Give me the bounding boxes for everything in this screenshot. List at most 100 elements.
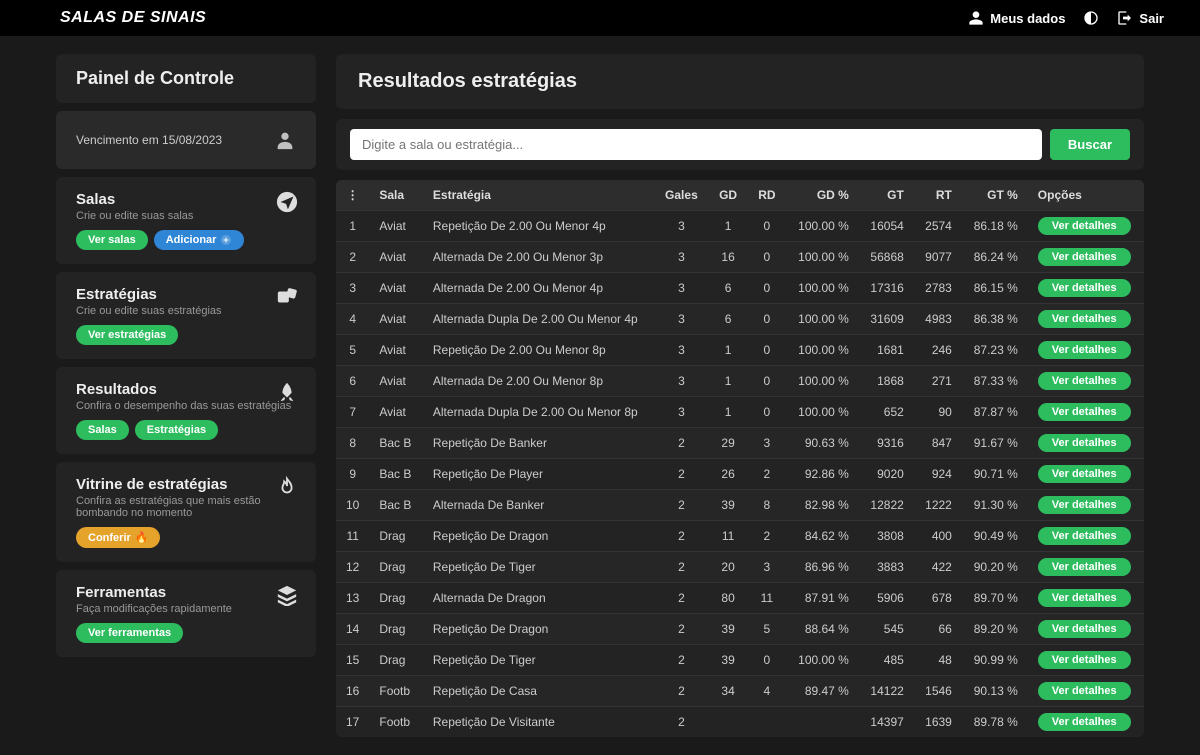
cell-gdp: 100.00 % — [786, 335, 859, 366]
cell-gdp: 92.86 % — [786, 459, 859, 490]
cell-sala: Drag — [369, 552, 423, 583]
salas-title: Salas — [76, 191, 296, 208]
cell-options: Ver detalhes — [1028, 645, 1144, 676]
col-menu[interactable]: ⋮ — [336, 180, 369, 211]
cell-gales: 2 — [654, 459, 708, 490]
ver-detalhes-button[interactable]: Ver detalhes — [1038, 403, 1131, 421]
cell-idx: 5 — [336, 335, 369, 366]
cell-rt: 2783 — [914, 273, 962, 304]
cell-gales: 2 — [654, 614, 708, 645]
cell-options: Ver detalhes — [1028, 552, 1144, 583]
col-gt: GT — [859, 180, 914, 211]
cell-sala: Aviat — [369, 242, 423, 273]
cell-sala: Drag — [369, 583, 423, 614]
cell-gales: 3 — [654, 242, 708, 273]
ver-estrategias-button[interactable]: Ver estratégias — [76, 325, 178, 345]
cell-gtp: 89.70 % — [962, 583, 1028, 614]
conferir-button[interactable]: Conferir 🔥 — [76, 527, 160, 548]
table-row: 5 Aviat Repetição De 2.00 Ou Menor 8p 3 … — [336, 335, 1144, 366]
table-row: 8 Bac B Repetição De Banker 2 29 3 90.63… — [336, 428, 1144, 459]
sidebar-item-estrategias: Estratégias Crie ou edite suas estratégi… — [56, 272, 316, 359]
cell-gt: 16054 — [859, 211, 914, 242]
ver-detalhes-button[interactable]: Ver detalhes — [1038, 465, 1131, 483]
ver-detalhes-button[interactable]: Ver detalhes — [1038, 310, 1131, 328]
cell-estrategia: Repetição De 2.00 Ou Menor 8p — [423, 335, 654, 366]
cell-options: Ver detalhes — [1028, 707, 1144, 738]
cell-gt: 14397 — [859, 707, 914, 738]
resultados-estrategias-button[interactable]: Estratégias — [135, 420, 218, 440]
resultados-salas-button[interactable]: Salas — [76, 420, 129, 440]
ver-detalhes-button[interactable]: Ver detalhes — [1038, 496, 1131, 514]
ver-salas-button[interactable]: Ver salas — [76, 230, 148, 250]
ver-detalhes-button[interactable]: Ver detalhes — [1038, 527, 1131, 545]
topbar: SALAS DE SINAIS Meus dados Sair — [0, 0, 1200, 36]
panel-title: Painel de Controle — [76, 68, 296, 89]
cell-gt: 3883 — [859, 552, 914, 583]
cell-rt: 66 — [914, 614, 962, 645]
cell-gt: 3808 — [859, 521, 914, 552]
ver-detalhes-button[interactable]: Ver detalhes — [1038, 217, 1131, 235]
table-row: 12 Drag Repetição De Tiger 2 20 3 86.96 … — [336, 552, 1144, 583]
cell-gdp: 100.00 % — [786, 366, 859, 397]
cell-idx: 8 — [336, 428, 369, 459]
cell-sala: Bac B — [369, 490, 423, 521]
logout-link[interactable]: Sair — [1117, 10, 1164, 26]
cell-idx: 6 — [336, 366, 369, 397]
cell-estrategia: Repetição De Tiger — [423, 645, 654, 676]
table-row: 3 Aviat Alternada De 2.00 Ou Menor 4p 3 … — [336, 273, 1144, 304]
ver-ferramentas-button[interactable]: Ver ferramentas — [76, 623, 183, 643]
cell-rt: 1222 — [914, 490, 962, 521]
cell-gales: 2 — [654, 676, 708, 707]
cell-gdp: 100.00 % — [786, 211, 859, 242]
ver-detalhes-button[interactable]: Ver detalhes — [1038, 589, 1131, 607]
table-row: 16 Footb Repetição De Casa 2 34 4 89.47 … — [336, 676, 1144, 707]
cell-rd: 4 — [748, 676, 786, 707]
cell-rt: 48 — [914, 645, 962, 676]
flame-icon — [276, 476, 298, 498]
col-gdp: GD % — [786, 180, 859, 211]
col-rt: RT — [914, 180, 962, 211]
col-rd: RD — [748, 180, 786, 211]
ver-detalhes-button[interactable]: Ver detalhes — [1038, 682, 1131, 700]
cell-estrategia: Alternada De Banker — [423, 490, 654, 521]
cell-gdp: 100.00 % — [786, 397, 859, 428]
ver-detalhes-button[interactable]: Ver detalhes — [1038, 248, 1131, 266]
cell-rd: 8 — [748, 490, 786, 521]
vitrine-desc: Confira as estratégias que mais estão bo… — [76, 495, 296, 519]
ver-detalhes-button[interactable]: Ver detalhes — [1038, 434, 1131, 452]
cell-options: Ver detalhes — [1028, 428, 1144, 459]
cell-gtp: 91.30 % — [962, 490, 1028, 521]
ver-detalhes-button[interactable]: Ver detalhes — [1038, 372, 1131, 390]
cell-rt: 422 — [914, 552, 962, 583]
cell-gd: 11 — [709, 521, 748, 552]
cell-sala: Aviat — [369, 211, 423, 242]
cell-idx: 1 — [336, 211, 369, 242]
search-input[interactable] — [350, 129, 1042, 160]
ver-detalhes-button[interactable]: Ver detalhes — [1038, 713, 1131, 731]
cell-gt: 56868 — [859, 242, 914, 273]
search-button[interactable]: Buscar — [1050, 129, 1130, 160]
cell-idx: 16 — [336, 676, 369, 707]
cell-gales: 3 — [654, 397, 708, 428]
table-row: 1 Aviat Repetição De 2.00 Ou Menor 4p 3 … — [336, 211, 1144, 242]
cell-rt: 4983 — [914, 304, 962, 335]
cell-options: Ver detalhes — [1028, 521, 1144, 552]
cell-rt: 924 — [914, 459, 962, 490]
cell-rd: 2 — [748, 459, 786, 490]
adicionar-sala-button[interactable]: Adicionar — [154, 230, 245, 250]
plus-circle-icon — [220, 234, 232, 246]
cell-gtp: 86.18 % — [962, 211, 1028, 242]
ver-detalhes-button[interactable]: Ver detalhes — [1038, 558, 1131, 576]
ver-detalhes-button[interactable]: Ver detalhes — [1038, 341, 1131, 359]
cell-gd: 20 — [709, 552, 748, 583]
theme-toggle[interactable] — [1083, 10, 1099, 26]
my-data-link[interactable]: Meus dados — [968, 10, 1065, 26]
ver-detalhes-button[interactable]: Ver detalhes — [1038, 279, 1131, 297]
sidebar-item-vitrine: Vitrine de estratégias Confira as estrat… — [56, 462, 316, 562]
cell-gt: 12822 — [859, 490, 914, 521]
cell-rd: 0 — [748, 304, 786, 335]
ver-detalhes-button[interactable]: Ver detalhes — [1038, 620, 1131, 638]
ferramentas-desc: Faça modificações rapidamente — [76, 603, 296, 615]
table-row: 7 Aviat Alternada Dupla De 2.00 Ou Menor… — [336, 397, 1144, 428]
ver-detalhes-button[interactable]: Ver detalhes — [1038, 651, 1131, 669]
